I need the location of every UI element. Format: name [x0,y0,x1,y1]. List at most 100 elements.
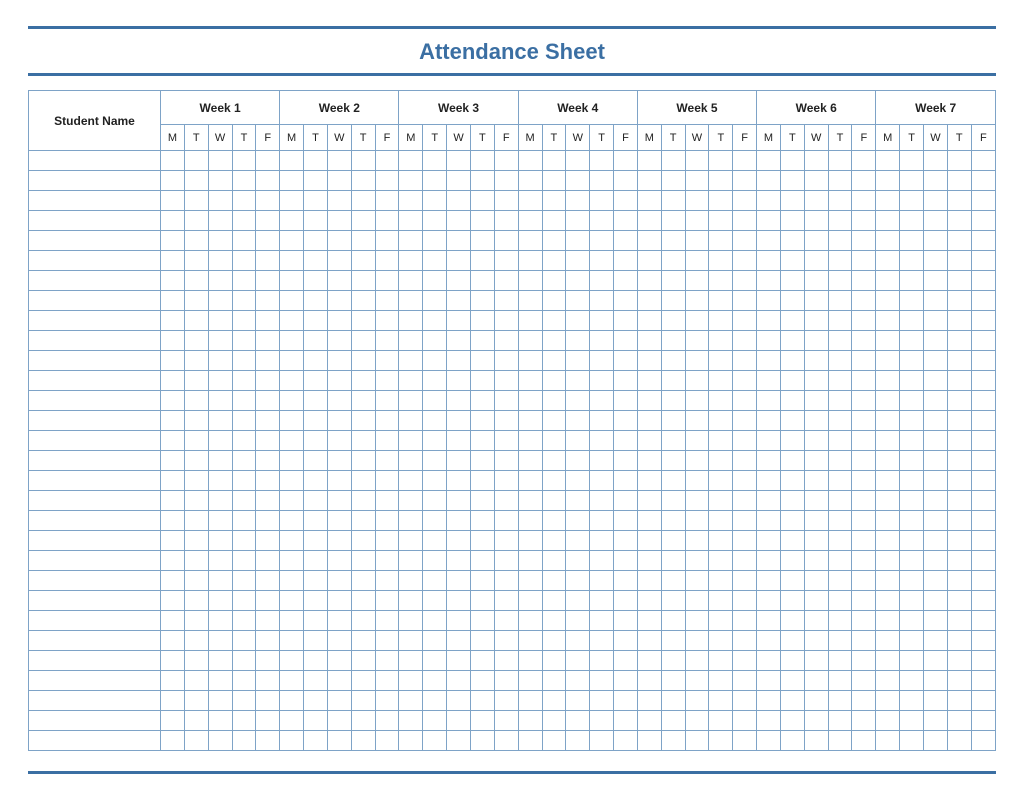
attendance-cell[interactable] [733,231,757,251]
attendance-cell[interactable] [375,471,399,491]
attendance-cell[interactable] [804,591,828,611]
attendance-cell[interactable] [852,291,876,311]
student-name-cell[interactable] [29,171,161,191]
attendance-cell[interactable] [947,671,971,691]
attendance-cell[interactable] [232,511,256,531]
attendance-cell[interactable] [661,731,685,751]
attendance-cell[interactable] [232,211,256,231]
attendance-cell[interactable] [208,631,232,651]
attendance-cell[interactable] [924,471,948,491]
attendance-cell[interactable] [828,671,852,691]
attendance-cell[interactable] [161,731,185,751]
attendance-cell[interactable] [566,151,590,171]
attendance-cell[interactable] [351,611,375,631]
attendance-cell[interactable] [518,491,542,511]
attendance-cell[interactable] [208,611,232,631]
attendance-cell[interactable] [590,731,614,751]
student-name-cell[interactable] [29,691,161,711]
attendance-cell[interactable] [304,251,328,271]
attendance-cell[interactable] [447,371,471,391]
attendance-cell[interactable] [542,311,566,331]
attendance-cell[interactable] [566,551,590,571]
attendance-cell[interactable] [494,531,518,551]
attendance-cell[interactable] [256,511,280,531]
attendance-cell[interactable] [447,611,471,631]
attendance-cell[interactable] [375,391,399,411]
attendance-cell[interactable] [423,531,447,551]
attendance-cell[interactable] [447,351,471,371]
attendance-cell[interactable] [280,231,304,251]
attendance-cell[interactable] [780,491,804,511]
attendance-cell[interactable] [685,631,709,651]
attendance-cell[interactable] [184,491,208,511]
attendance-cell[interactable] [184,591,208,611]
attendance-cell[interactable] [637,671,661,691]
attendance-cell[interactable] [542,591,566,611]
attendance-cell[interactable] [518,571,542,591]
attendance-cell[interactable] [280,251,304,271]
attendance-cell[interactable] [280,211,304,231]
attendance-cell[interactable] [566,631,590,651]
attendance-cell[interactable] [590,371,614,391]
attendance-cell[interactable] [375,251,399,271]
attendance-cell[interactable] [947,471,971,491]
attendance-cell[interactable] [828,451,852,471]
attendance-cell[interactable] [947,631,971,651]
attendance-cell[interactable] [184,431,208,451]
attendance-cell[interactable] [304,491,328,511]
attendance-cell[interactable] [184,611,208,631]
attendance-cell[interactable] [685,451,709,471]
attendance-cell[interactable] [208,231,232,251]
attendance-cell[interactable] [757,571,781,591]
attendance-cell[interactable] [661,451,685,471]
attendance-cell[interactable] [614,471,638,491]
attendance-cell[interactable] [685,651,709,671]
attendance-cell[interactable] [637,611,661,631]
attendance-cell[interactable] [184,351,208,371]
attendance-cell[interactable] [447,331,471,351]
attendance-cell[interactable] [733,391,757,411]
student-name-cell[interactable] [29,291,161,311]
attendance-cell[interactable] [423,271,447,291]
attendance-cell[interactable] [208,171,232,191]
attendance-cell[interactable] [804,191,828,211]
attendance-cell[interactable] [494,431,518,451]
attendance-cell[interactable] [900,711,924,731]
attendance-cell[interactable] [924,491,948,511]
attendance-cell[interactable] [447,451,471,471]
attendance-cell[interactable] [399,451,423,471]
attendance-cell[interactable] [780,391,804,411]
attendance-cell[interactable] [518,251,542,271]
attendance-cell[interactable] [304,591,328,611]
attendance-cell[interactable] [208,391,232,411]
attendance-cell[interactable] [566,671,590,691]
student-name-cell[interactable] [29,151,161,171]
attendance-cell[interactable] [590,391,614,411]
attendance-cell[interactable] [375,491,399,511]
attendance-cell[interactable] [542,451,566,471]
attendance-cell[interactable] [184,731,208,751]
attendance-cell[interactable] [566,291,590,311]
attendance-cell[interactable] [852,191,876,211]
attendance-cell[interactable] [375,591,399,611]
attendance-cell[interactable] [733,191,757,211]
attendance-cell[interactable] [924,331,948,351]
attendance-cell[interactable] [828,591,852,611]
attendance-cell[interactable] [399,271,423,291]
attendance-cell[interactable] [590,511,614,531]
attendance-cell[interactable] [852,731,876,751]
attendance-cell[interactable] [208,571,232,591]
attendance-cell[interactable] [280,631,304,651]
attendance-cell[interactable] [470,631,494,651]
attendance-cell[interactable] [280,691,304,711]
attendance-cell[interactable] [924,531,948,551]
attendance-cell[interactable] [924,431,948,451]
attendance-cell[interactable] [971,411,995,431]
attendance-cell[interactable] [232,611,256,631]
attendance-cell[interactable] [184,171,208,191]
attendance-cell[interactable] [971,691,995,711]
attendance-cell[interactable] [399,391,423,411]
attendance-cell[interactable] [947,211,971,231]
attendance-cell[interactable] [971,531,995,551]
attendance-cell[interactable] [924,691,948,711]
